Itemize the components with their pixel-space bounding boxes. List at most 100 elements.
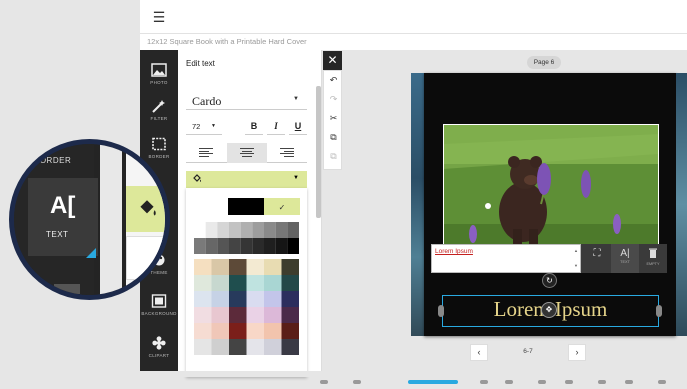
copy-icon: ⧉ [330,132,337,142]
color-swatch[interactable] [246,307,265,323]
color-swatch[interactable] [211,339,230,355]
inline-text-editor[interactable]: Lorem Ipsum ▲ ▼ [431,244,581,273]
align-center-button[interactable] [227,143,267,163]
color-swatch[interactable] [229,291,247,307]
color-swatch[interactable] [229,307,247,323]
align-center-icon [240,148,254,158]
gray-swatch[interactable] [264,238,276,254]
color-swatch[interactable] [194,291,212,307]
bold-button[interactable]: B [245,118,263,135]
gray-swatch[interactable] [275,222,288,238]
gray-swatch[interactable] [229,222,241,238]
gray-swatch[interactable] [217,222,229,238]
editor-text[interactable]: Lorem Ipsum [435,248,473,255]
color-swatch[interactable] [211,307,230,323]
color-swatch[interactable] [246,323,265,339]
color-swatch[interactable] [281,259,300,275]
move-handle[interactable]: ✥ [541,302,557,318]
gray-swatch[interactable] [252,222,264,238]
editor-scroll-arrows[interactable]: ▲ ▼ [574,248,578,268]
color-swatch[interactable] [229,259,247,275]
tool-filter-label: FILTER [150,116,168,121]
italic-button[interactable]: I [267,118,285,135]
previous-spread-button[interactable]: ‹ [470,344,488,361]
gray-swatch[interactable] [240,238,253,254]
color-swatch[interactable] [211,275,230,291]
paste-button[interactable]: ⧉ [324,147,343,166]
align-right-button[interactable] [267,143,307,163]
thumbnail-indicators [320,380,666,384]
chevron-down-icon: ▼ [211,123,216,129]
hamburger-icon[interactable]: ☰ [150,8,168,26]
spread-number: 6-7 [523,348,533,355]
color-swatch[interactable] [229,339,247,355]
font-family-select[interactable]: Cardo ▼ [186,93,307,110]
color-swatch[interactable] [281,339,300,355]
resize-handle-right[interactable] [656,305,662,317]
empty-button[interactable]: EMPTY [639,244,667,273]
color-swatch[interactable] [229,275,247,291]
color-swatch[interactable] [194,275,212,291]
color-swatch[interactable] [194,323,212,339]
gray-swatch[interactable] [194,238,206,254]
magnified-fill-button[interactable] [126,186,165,232]
color-swatch[interactable] [194,339,212,355]
color-swatch[interactable] [246,275,265,291]
align-left-button[interactable] [186,143,226,163]
color-swatch[interactable] [246,339,265,355]
color-swatch[interactable] [264,259,282,275]
tool-clipart[interactable]: CLIPART [140,329,178,371]
panel-scrollbar[interactable] [316,86,322,372]
gray-swatch[interactable] [264,222,276,238]
next-spread-button[interactable]: › [568,344,586,361]
color-swatch[interactable] [229,323,247,339]
color-swatch[interactable] [264,323,282,339]
color-swatch[interactable] [228,198,264,215]
color-swatch[interactable] [211,291,230,307]
close-panel-button[interactable]: ✕ [323,51,342,70]
color-swatch[interactable] [264,307,282,323]
tool-filter[interactable]: FILTER [140,92,178,134]
color-swatch[interactable] [281,291,300,307]
color-swatch[interactable] [194,259,212,275]
text-tool-button[interactable]: A| TEXT [611,244,639,273]
color-swatch[interactable] [264,275,282,291]
paint-bucket-icon [140,200,156,216]
underline-button[interactable]: U [289,118,307,135]
gray-swatch[interactable] [217,238,229,254]
color-swatch[interactable] [211,259,230,275]
color-swatch[interactable] [264,339,282,355]
magnified-text-tool[interactable]: A[ TEXT [28,178,98,256]
text-color-select[interactable]: ▼ [186,171,307,188]
gray-swatch[interactable] [229,238,241,254]
rotate-handle[interactable]: ↻ [542,273,557,288]
gray-swatch[interactable] [275,238,288,254]
scrollbar-thumb[interactable] [316,86,321,218]
gray-swatch[interactable] [205,222,218,238]
redo-button[interactable]: ↷ [324,90,343,109]
crop-button[interactable]: ⛶ [583,244,611,273]
gray-swatch[interactable] [287,222,299,238]
gray-swatch[interactable] [240,222,253,238]
gray-swatch[interactable] [287,238,299,254]
color-swatch[interactable] [264,291,282,307]
color-swatch[interactable] [194,307,212,323]
copy-button[interactable]: ⧉ [324,128,343,147]
gray-swatch[interactable] [252,238,264,254]
color-swatch[interactable] [281,275,300,291]
color-swatch[interactable] [246,259,265,275]
color-swatch[interactable] [281,307,300,323]
paint-bucket-icon [192,174,202,186]
font-size-select[interactable]: 72 ▼ [186,118,222,135]
color-swatch[interactable] [211,323,230,339]
resize-handle-left[interactable] [438,305,444,317]
undo-button[interactable]: ↶ [324,71,343,90]
gray-swatch[interactable] [194,222,206,238]
cut-button[interactable]: ✂ [324,109,343,128]
color-swatch[interactable] [246,291,265,307]
color-swatch[interactable] [281,323,300,339]
color-swatch[interactable] [194,198,228,215]
gray-swatch[interactable] [205,238,218,254]
text-align-group [186,143,307,163]
rotate-icon: ↻ [546,276,553,285]
